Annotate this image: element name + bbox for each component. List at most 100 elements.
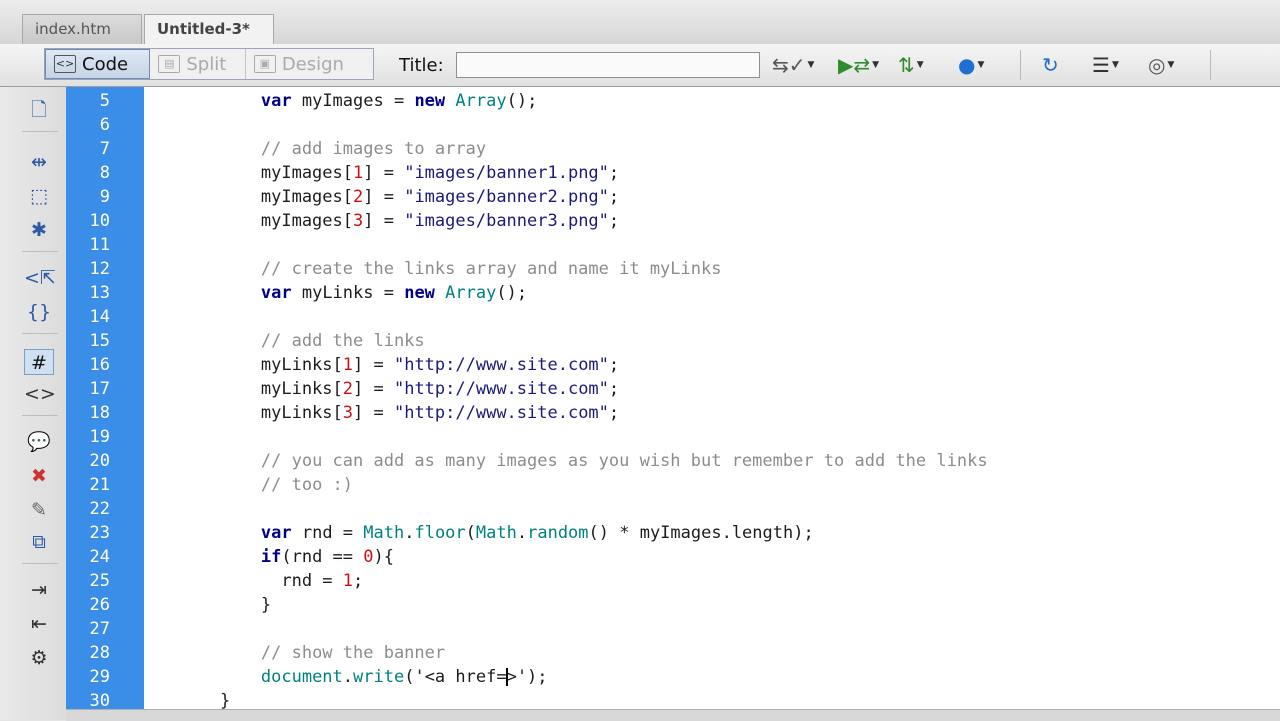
toolbar-divider — [1210, 50, 1211, 80]
code-token: } — [179, 691, 231, 711]
code-token: . — [342, 667, 354, 687]
line-number: 10 — [89, 211, 110, 231]
chevron-down-icon: ▼ — [916, 60, 924, 70]
code-token: floor — [414, 523, 466, 543]
view-mode-group: <> Code ▤ Split ▣ Design — [44, 48, 374, 80]
line-number: 28 — [89, 643, 110, 663]
code-token: ( — [465, 523, 476, 543]
title-input[interactable] — [456, 52, 760, 78]
line-number: 13 — [89, 283, 110, 303]
code-token: 2 — [342, 379, 354, 399]
line-number: 9 — [99, 187, 110, 207]
code-line[interactable]: var rnd = Math.floor(Math.random() * myI… — [179, 521, 814, 545]
code-token: if — [260, 547, 282, 567]
code-token: 3 — [353, 211, 364, 231]
code-token: // too :) — [260, 475, 354, 495]
code-token: myImages = — [291, 91, 415, 111]
code-view-button[interactable]: <> Code — [45, 49, 151, 79]
line-number: 6 — [99, 115, 110, 135]
split-view-button[interactable]: ▤ Split — [150, 49, 246, 79]
browser-check-button[interactable]: ● ▼ — [958, 52, 984, 78]
file-management-icon: ⇆✓ — [772, 53, 806, 77]
title-label: Title: — [399, 55, 444, 76]
code-line[interactable]: myImages[1] = "images/banner1.png"; — [179, 161, 619, 185]
code-token: new — [404, 283, 435, 303]
code-token: ] = — [353, 403, 394, 423]
code-line[interactable]: } — [179, 593, 271, 617]
line-number: 16 — [89, 355, 110, 375]
code-line[interactable]: myImages[3] = "images/banner3.png"; — [179, 209, 619, 233]
code-line[interactable]: rnd = 1; — [179, 569, 363, 593]
refresh-icon: ↻ — [1042, 53, 1059, 77]
code-token: var — [260, 91, 292, 111]
code-token: ; — [608, 211, 620, 231]
tab-untitled-3[interactable]: Untitled-3* — [144, 14, 274, 44]
horizontal-scrollbar[interactable] — [66, 709, 1280, 721]
code-line[interactable]: myImages[2] = "images/banner2.png"; — [179, 185, 619, 209]
code-token: ] = — [363, 163, 405, 183]
code-editor[interactable]: var myImages = new Array(); // add image… — [144, 87, 1280, 711]
line-number: 19 — [89, 427, 110, 447]
code-line[interactable]: var myLinks = new Array(); — [179, 281, 527, 305]
code-token: myLinks = — [291, 283, 405, 303]
code-token: myLinks[ — [179, 403, 343, 423]
view-options-icon: ☰ — [1092, 53, 1110, 77]
design-view-icon: ▣ — [253, 55, 276, 73]
code-line[interactable]: // add images to array — [179, 137, 486, 161]
design-view-button[interactable]: ▣ Design — [246, 49, 373, 79]
code-line[interactable]: // add the links — [179, 329, 425, 353]
code-token: // you can add as many images as you wis… — [260, 451, 988, 471]
file-transfer-button[interactable]: ⇅ ▼ — [898, 52, 924, 78]
browser-check-icon: ● — [958, 53, 976, 77]
code-token: "http://www.site.com" — [393, 355, 609, 375]
code-line[interactable]: // too :) — [179, 473, 353, 497]
code-line[interactable]: document.write('<a href=>'); — [179, 665, 548, 689]
code-token: } — [179, 595, 272, 615]
code-token: "http://www.site.com" — [393, 403, 609, 423]
line-number: 12 — [89, 259, 110, 279]
code-token: myImages[ — [179, 163, 353, 183]
code-line[interactable]: myLinks[2] = "http://www.site.com"; — [179, 377, 619, 401]
visual-aids-button[interactable]: ◎ ▼ — [1148, 52, 1174, 78]
code-line[interactable]: myLinks[1] = "http://www.site.com"; — [179, 353, 619, 377]
code-token: 1 — [353, 163, 364, 183]
code-view-icon: <> — [54, 55, 76, 73]
code-token: // create the links array and name it my… — [260, 259, 722, 279]
code-token: 1 — [342, 571, 354, 591]
code-token: var — [260, 283, 292, 303]
code-token: random — [527, 523, 589, 543]
code-token: document — [260, 667, 343, 687]
code-token: ; — [608, 379, 620, 399]
code-token: // show the banner — [260, 643, 446, 663]
code-line[interactable]: // you can add as many images as you wis… — [179, 449, 988, 473]
code-token: // add the links — [260, 331, 425, 351]
view-options-button[interactable]: ☰ ▼ — [1092, 52, 1119, 78]
code-token: 0 — [363, 547, 374, 567]
code-token: Math — [363, 523, 405, 543]
code-token: . — [516, 523, 528, 543]
code-token: 1 — [342, 355, 354, 375]
code-line[interactable]: myLinks[3] = "http://www.site.com"; — [179, 401, 619, 425]
code-line[interactable]: // create the links array and name it my… — [179, 257, 722, 281]
chevron-down-icon: ▼ — [1111, 60, 1119, 70]
refresh-button[interactable]: ↻ — [1042, 52, 1059, 78]
code-line[interactable]: var myImages = new Array(); — [179, 89, 537, 113]
code-token: Array — [455, 91, 507, 111]
code-line[interactable]: // show the banner — [179, 641, 445, 665]
code-token: 3 — [342, 403, 354, 423]
code-token: rnd = — [291, 523, 364, 543]
split-view-label: Split — [186, 53, 227, 75]
code-token: myLinks[ — [179, 355, 343, 375]
tab-index-htm[interactable]: index.htm — [22, 14, 142, 44]
code-token: ] = — [353, 355, 394, 375]
preview-button[interactable]: ▶⇄ ▼ — [838, 52, 879, 78]
chevron-down-icon: ▼ — [977, 60, 985, 70]
file-transfer-icon: ⇅ — [898, 53, 915, 77]
line-number: 18 — [89, 403, 110, 423]
preview-icon: ▶⇄ — [838, 53, 871, 77]
file-management-button[interactable]: ⇆✓ ▼ — [772, 52, 814, 78]
code-line[interactable]: if(rnd == 0){ — [179, 545, 394, 569]
